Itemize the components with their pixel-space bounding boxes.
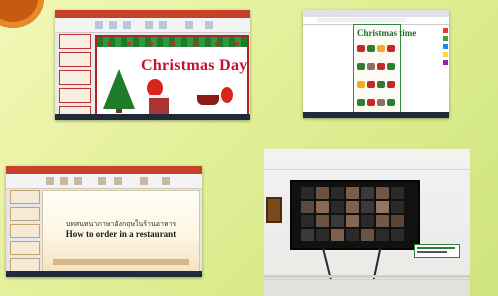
- worksheet-title: Christmas time: [357, 28, 417, 38]
- slide-title: How to order in a restaurant: [65, 229, 177, 239]
- ribbon-toolbar: [55, 18, 250, 33]
- title-bar: [55, 10, 250, 18]
- floor: [264, 279, 470, 296]
- slide-thumbnail[interactable]: [59, 52, 91, 67]
- taskbar: [55, 114, 250, 120]
- browser-worksheet-screenshot: Christmas time: [303, 10, 449, 118]
- wall-line: [264, 169, 470, 170]
- slide-canvas: Christmas Day: [95, 35, 249, 117]
- worksheet-picture-grid: [356, 40, 398, 118]
- slide-thumbnail[interactable]: [59, 34, 91, 49]
- slide-thumbnail[interactable]: [10, 190, 40, 204]
- slide-footer-band: [53, 259, 189, 265]
- slide-thumbnail[interactable]: [59, 88, 91, 103]
- garland-decoration: [97, 37, 247, 47]
- ppt-restaurant-screenshot: บทสนทนาภาษาอังกฤษในร้านอาหาร How to orde…: [6, 166, 202, 277]
- wall-sign: [414, 244, 460, 258]
- ribbon-toolbar: [6, 174, 202, 189]
- slide-title: Christmas Day: [141, 57, 248, 74]
- tv-screen: [290, 180, 420, 250]
- sleigh-icon: [197, 95, 219, 105]
- corner-decoration: [0, 0, 44, 28]
- video-call-classroom-photo: [264, 149, 470, 296]
- worksheet-image: Christmas time: [353, 24, 416, 118]
- slide-thumbnail[interactable]: [10, 241, 40, 255]
- slide-thumbnail-pane: [8, 190, 40, 275]
- side-toolbar: [443, 28, 448, 68]
- taskbar: [303, 112, 449, 118]
- slide-thumbnail-pane: [57, 34, 91, 120]
- wall-rail: [264, 275, 470, 278]
- video-participant-grid: [300, 186, 412, 244]
- wall-frame: [266, 197, 282, 223]
- taskbar: [6, 271, 202, 277]
- chimney-icon: [149, 95, 169, 114]
- slide-thumbnail[interactable]: [10, 224, 40, 238]
- slide-thumbnail[interactable]: [10, 207, 40, 221]
- christmas-tree-icon: [103, 69, 135, 109]
- title-bar: [6, 166, 202, 174]
- ppt-christmas-screenshot: Christmas Day: [55, 10, 250, 120]
- slide-thumbnail[interactable]: [59, 70, 91, 85]
- santa-icon: [221, 87, 233, 103]
- browser-tab-bar: [303, 10, 449, 17]
- slide-thumbnail[interactable]: [10, 258, 40, 272]
- slide-canvas: บทสนทนาภาษาอังกฤษในร้านอาหาร How to orde…: [42, 190, 200, 272]
- tree-trunk: [116, 109, 122, 113]
